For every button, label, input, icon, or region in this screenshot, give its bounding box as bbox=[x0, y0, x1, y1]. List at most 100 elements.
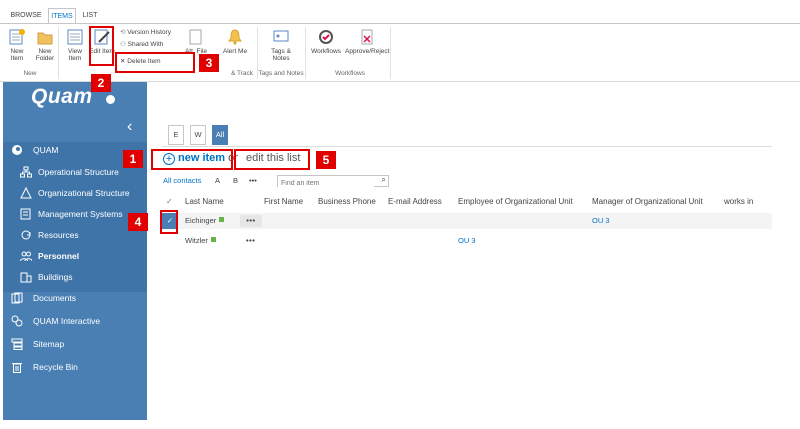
nav-item-personnel[interactable]: Personnel bbox=[3, 246, 147, 266]
view-all-contacts[interactable]: All contacts bbox=[163, 176, 201, 185]
table-row[interactable]: Witzler ••• OU 3 bbox=[162, 233, 772, 249]
workflows-button[interactable]: Workflows bbox=[310, 28, 342, 55]
workflows-icon bbox=[317, 28, 335, 46]
new-badge-icon bbox=[219, 217, 225, 222]
callout-number-3: 3 bbox=[199, 54, 219, 72]
org-chart-icon bbox=[20, 166, 32, 178]
nav-label: QUAM bbox=[33, 145, 59, 155]
callout-box-3 bbox=[115, 52, 195, 73]
nav-item-recycle-bin[interactable]: Recycle Bin bbox=[3, 357, 147, 377]
group-label-new: New bbox=[23, 70, 37, 77]
sitemap-icon bbox=[11, 338, 23, 350]
search-box: ⌕ bbox=[277, 175, 389, 189]
ribbon-tab-bar: BROWSE ITEMS LIST bbox=[0, 8, 800, 23]
sidebar: Quam ‹ QUAM Operational Structure Organi… bbox=[3, 82, 147, 420]
tab-view-w[interactable]: W bbox=[190, 125, 206, 145]
tags-notes-label: Tags & Notes bbox=[271, 48, 291, 62]
tab-items[interactable]: ITEMS bbox=[48, 8, 76, 23]
last-name-text: Witzler bbox=[185, 236, 208, 245]
column-header[interactable]: Manager of Organizational Unit bbox=[592, 197, 703, 206]
approve-reject-button[interactable]: Approve/Reject bbox=[345, 28, 389, 55]
column-header[interactable]: Business Phone bbox=[318, 197, 376, 206]
column-header[interactable]: E-mail Address bbox=[388, 197, 442, 206]
ribbon-divider bbox=[390, 27, 391, 79]
table-row[interactable]: ✓ Eichinger ••• OU 3 bbox=[162, 213, 772, 229]
nav-item-documents[interactable]: Documents bbox=[3, 288, 147, 308]
view-item-button[interactable]: View Item bbox=[62, 28, 88, 62]
nav-item-management-systems[interactable]: Management Systems bbox=[3, 204, 147, 224]
ribbon-divider bbox=[257, 27, 258, 79]
nav-item-organizational-structure[interactable]: Organizational Structure bbox=[3, 183, 147, 203]
tab-list[interactable]: LIST bbox=[79, 8, 101, 23]
new-item-icon bbox=[8, 28, 26, 46]
collapse-chevron-icon[interactable]: ‹ bbox=[127, 118, 132, 136]
tags-icon bbox=[272, 28, 290, 46]
trash-icon bbox=[12, 363, 22, 373]
search-input[interactable] bbox=[278, 178, 374, 189]
hierarchy-icon bbox=[20, 187, 32, 199]
cell-manager-of[interactable]: OU 3 bbox=[592, 213, 610, 229]
approve-reject-icon bbox=[358, 28, 376, 46]
nav-label: Operational Structure bbox=[38, 167, 119, 177]
nav-label: Personnel bbox=[38, 251, 80, 261]
tab-view-all[interactable]: All bbox=[212, 125, 228, 145]
nav-label: Documents bbox=[33, 293, 76, 303]
tab-view-e[interactable]: E bbox=[168, 125, 184, 145]
logo: Quam bbox=[31, 85, 93, 108]
callout-box-4 bbox=[160, 210, 178, 234]
divider bbox=[162, 146, 772, 147]
item-menu-button[interactable]: ••• bbox=[240, 215, 262, 227]
column-header[interactable]: Employee of Organizational Unit bbox=[458, 197, 573, 206]
ribbon-divider bbox=[305, 27, 306, 79]
tags-notes-button[interactable]: Tags & Notes bbox=[266, 28, 296, 62]
nav-label: QUAM Interactive bbox=[33, 316, 101, 326]
version-history-button[interactable]: ⟲ Version History bbox=[120, 28, 171, 38]
cell-employee-of[interactable]: OU 3 bbox=[458, 233, 476, 249]
callout-number-5: 5 bbox=[316, 151, 336, 169]
group-label-workflows: Workflows bbox=[335, 70, 365, 77]
select-all-checkbox[interactable]: ✓ bbox=[166, 197, 173, 206]
view-b[interactable]: B bbox=[233, 176, 238, 185]
column-header[interactable]: works in bbox=[724, 197, 753, 206]
nav-label: Buildings bbox=[38, 272, 73, 282]
group-label-share-track: & Track bbox=[230, 70, 254, 77]
group-label-tags: Tags and Notes bbox=[258, 70, 304, 77]
alert-me-button[interactable]: Alert Me bbox=[222, 28, 248, 55]
new-item-button[interactable]: New Item bbox=[4, 28, 30, 62]
people-icon bbox=[20, 251, 32, 262]
new-item-label: New Item bbox=[10, 48, 24, 62]
nav-item-buildings[interactable]: Buildings bbox=[3, 267, 147, 287]
nav-item-quam-interactive[interactable]: QUAM Interactive bbox=[3, 311, 147, 331]
nav-item-resources[interactable]: Resources bbox=[3, 225, 147, 245]
column-header[interactable]: First Name bbox=[264, 197, 303, 206]
view-item-icon bbox=[66, 28, 84, 46]
item-menu-button[interactable]: ••• bbox=[246, 233, 255, 249]
version-history-icon: ⟲ bbox=[120, 29, 126, 36]
view-a[interactable]: A bbox=[215, 176, 220, 185]
bell-icon bbox=[226, 28, 244, 46]
search-icon[interactable]: ⌕ bbox=[382, 175, 386, 185]
new-folder-label: New Folder bbox=[35, 48, 55, 62]
callout-number-2: 2 bbox=[91, 74, 111, 92]
new-folder-button[interactable]: New Folder bbox=[32, 28, 58, 62]
callout-box-1 bbox=[151, 149, 233, 170]
nav-label: Sitemap bbox=[33, 339, 65, 349]
column-header[interactable]: Last Name bbox=[185, 197, 224, 206]
document-icon bbox=[20, 208, 31, 220]
attach-file-icon bbox=[187, 28, 205, 46]
cell-last-name[interactable]: Eichinger bbox=[185, 213, 225, 229]
cell-last-name[interactable]: Witzler bbox=[185, 233, 216, 249]
shared-with-button[interactable]: ⚇ Shared With bbox=[120, 40, 163, 50]
workflows-label: Workflows bbox=[311, 48, 341, 55]
version-history-label: Version History bbox=[127, 29, 171, 36]
tab-browse[interactable]: BROWSE bbox=[8, 8, 44, 23]
quam-icon bbox=[12, 145, 22, 155]
approve-reject-label: Approve/Reject bbox=[345, 48, 390, 55]
new-badge-icon bbox=[210, 237, 216, 242]
callout-box-5 bbox=[234, 149, 310, 170]
nav-label: Resources bbox=[38, 230, 79, 240]
more-views-button[interactable]: ••• bbox=[249, 176, 257, 185]
view-item-label: View Item bbox=[68, 48, 82, 62]
nav-item-sitemap[interactable]: Sitemap bbox=[3, 334, 147, 354]
attach-file-button[interactable]: Att. File bbox=[183, 28, 209, 55]
